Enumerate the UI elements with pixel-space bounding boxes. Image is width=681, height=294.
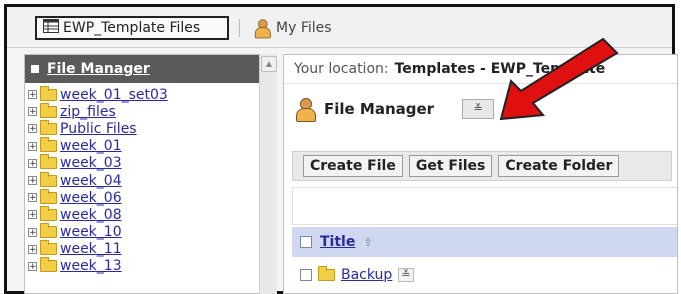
file-manager-main-panel: Your location: Templates - EWP_Template …	[283, 54, 678, 294]
tree-item-label[interactable]: zip_files	[60, 104, 116, 120]
expand-icon[interactable]: +	[28, 124, 37, 134]
location-breadcrumb: Your location: Templates - EWP_Template	[284, 55, 677, 84]
action-toolbar: Create File Get Files Create Folder	[292, 151, 672, 181]
sort-up-icon[interactable]: ⇧	[363, 236, 372, 249]
expand-icon[interactable]: +	[28, 158, 37, 168]
page-title: File Manager	[324, 100, 435, 118]
tree-item-label[interactable]: week_11	[60, 241, 122, 257]
expand-icon[interactable]: +	[28, 210, 37, 220]
file-manager-title-row: File Manager ≚	[294, 97, 495, 122]
location-prefix: Your location:	[294, 61, 389, 77]
table-icon	[43, 19, 59, 37]
tree-item-label[interactable]: week_04	[60, 173, 122, 189]
location-path: Templates - EWP_Template	[394, 61, 606, 77]
tree-item-label[interactable]: week_06	[60, 190, 122, 206]
tree-item-label[interactable]: week_10	[60, 224, 122, 240]
folder-tree: + week_01_set03 + zip_files + Public Fil…	[25, 83, 275, 275]
get-files-button[interactable]: Get Files	[408, 155, 493, 177]
tree-item-label[interactable]: week_01_set03	[60, 87, 168, 103]
tree-item-label[interactable]: week_13	[60, 258, 122, 274]
tree-item[interactable]: + week_06	[25, 188, 275, 206]
folder-icon	[40, 119, 57, 135]
expand-icon[interactable]: +	[28, 90, 37, 100]
expand-icon[interactable]: +	[28, 193, 37, 203]
folder-icon	[40, 85, 57, 101]
create-file-button[interactable]: Create File	[303, 155, 403, 177]
expand-icon[interactable]: +	[28, 176, 37, 186]
tab-my-files-label: My Files	[276, 20, 332, 36]
expand-icon[interactable]: +	[28, 261, 37, 271]
tree-header[interactable]: File Manager	[25, 55, 275, 83]
tree-item[interactable]: + week_01_set03	[25, 85, 275, 103]
tree-item[interactable]: + week_11	[25, 240, 275, 258]
row-menu-icon[interactable]: ≚	[398, 268, 414, 282]
create-folder-button[interactable]: Create Folder	[498, 155, 620, 177]
tree-item[interactable]: + week_04	[25, 171, 275, 189]
dropdown-icon[interactable]: ≚	[462, 99, 495, 119]
row-folder-link[interactable]: Backup	[341, 267, 392, 283]
grid-spacer	[292, 187, 677, 225]
tree-item[interactable]: + zip_files	[25, 102, 275, 120]
expand-icon[interactable]: +	[28, 227, 37, 237]
folder-icon	[40, 205, 57, 221]
scroll-up-icon[interactable]: ▲	[261, 56, 277, 72]
title-column-header[interactable]: Title	[320, 234, 355, 250]
folder-icon	[40, 137, 57, 153]
folder-icon	[40, 223, 57, 239]
tab-ewp-template-files[interactable]: EWP_Template Files	[35, 16, 229, 40]
tab-separator	[239, 19, 240, 37]
tree-item[interactable]: + week_10	[25, 223, 275, 241]
select-all-checkbox[interactable]	[300, 236, 312, 248]
tree-item[interactable]: + week_03	[25, 154, 275, 172]
table-row: Backup ≚	[292, 261, 677, 289]
tree-item[interactable]: + Public Files	[25, 119, 275, 137]
tree-item-label[interactable]: week_08	[60, 207, 122, 223]
expand-icon[interactable]: +	[28, 141, 37, 151]
tab-ewp-template-label: EWP_Template Files	[63, 20, 201, 36]
folder-icon	[40, 102, 57, 118]
tree-item[interactable]: + week_01	[25, 137, 275, 155]
tree-scrollbar[interactable]: ▲	[259, 54, 277, 294]
tree-item-label[interactable]: week_03	[60, 155, 122, 171]
person-icon	[253, 18, 271, 39]
expand-icon[interactable]: +	[28, 244, 37, 254]
square-bullet-icon	[31, 65, 39, 73]
tree-item[interactable]: + week_13	[25, 257, 275, 275]
tree-item-label[interactable]: week_01	[60, 138, 122, 154]
folder-icon	[40, 171, 57, 187]
person-icon	[294, 97, 316, 122]
tab-my-files[interactable]: My Files	[251, 16, 332, 40]
file-manager-tree-panel: File Manager + week_01_set03 + zip_files…	[24, 54, 276, 294]
screenshot-frame: EWP_Template Files My Files File Manager…	[4, 4, 678, 294]
tree-item-label[interactable]: Public Files	[60, 121, 137, 137]
folder-icon	[40, 188, 57, 204]
folder-icon	[40, 154, 57, 170]
expand-icon[interactable]: +	[28, 107, 37, 117]
table-header-row: Title ⇧	[292, 227, 677, 257]
folder-icon	[40, 240, 57, 256]
tree-header-title[interactable]: File Manager	[47, 61, 150, 77]
folder-icon	[318, 266, 335, 281]
tree-item[interactable]: + week_08	[25, 205, 275, 223]
row-checkbox[interactable]	[300, 269, 312, 281]
top-tab-bar: EWP_Template Files My Files	[7, 7, 672, 48]
folder-icon	[40, 257, 57, 273]
